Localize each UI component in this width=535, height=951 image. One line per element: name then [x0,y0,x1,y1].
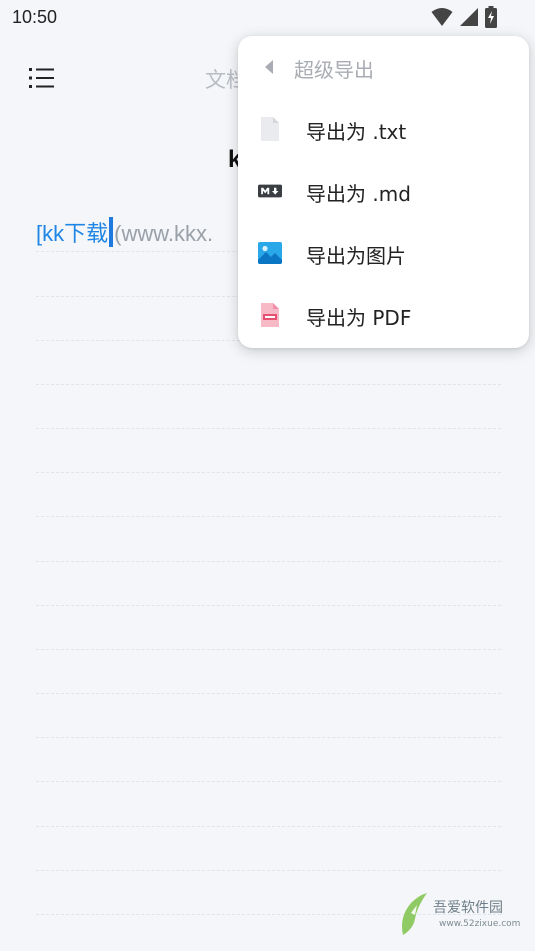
status-bar: 10:50 [0,0,535,36]
ruled-line [36,870,501,871]
text-caret [109,217,114,247]
export-md-item[interactable]: 导出为 .md [238,160,529,222]
export-menu-title: 超级导出 [294,58,374,82]
watermark-text: 吾爱软件园 [433,900,503,916]
status-time: 10:50 [12,7,58,27]
ruled-line [36,428,501,429]
signal-icon [460,8,478,26]
battery-icon [485,6,497,28]
wifi-icon [431,8,453,26]
url-text: (www.kkx. [114,221,214,246]
export-menu: 超级导出 导出为 .txt 导出为 .md 导出为图片 导出为 PDF [238,36,529,348]
watermark-subtext: www.52zixue.com [439,919,521,929]
ruled-line [36,826,501,827]
export-txt-item[interactable]: 导出为 .txt [238,98,529,160]
markdown-icon [258,184,282,198]
export-image-label: 导出为图片 [306,244,406,268]
image-icon [258,242,282,264]
text-file-icon [261,117,279,141]
export-pdf-item[interactable]: 导出为 PDF [238,284,529,346]
export-pdf-label: 导出为 PDF [306,306,412,330]
ruled-line [36,781,501,782]
link-text: [kk下载 [36,221,109,246]
ruled-line [36,384,501,385]
ruled-line [36,693,501,694]
status-icons [431,6,497,28]
list-menu-icon [29,68,54,88]
export-txt-label: 导出为 .txt [306,120,407,144]
export-md-label: 导出为 .md [306,182,411,206]
ruled-line [36,605,501,606]
ruled-line [36,516,501,517]
export-image-item[interactable]: 导出为图片 [238,222,529,284]
ruled-line [36,561,501,562]
ruled-line [36,649,501,650]
back-arrow-icon [265,60,273,74]
menu-button[interactable] [24,60,60,96]
ruled-line [36,472,501,473]
pdf-file-icon [261,303,279,327]
watermark-logo-icon [402,893,427,935]
export-menu-back[interactable]: 超级导出 [238,36,529,98]
ruled-line [36,737,501,738]
editor-text-line[interactable]: [kk下载 (www.kkx. [36,216,213,248]
watermark: 吾爱软件园 www.52zixue.com [397,885,527,945]
